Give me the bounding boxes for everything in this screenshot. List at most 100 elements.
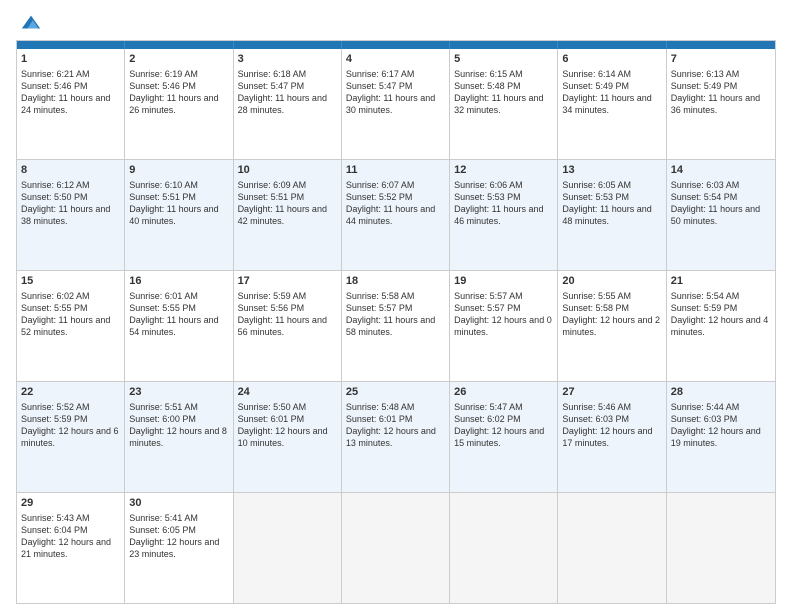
day-cell: 29 Sunrise: 5:43 AM Sunset: 6:04 PM Dayl… [17,493,125,603]
sunrise-text: Sunrise: 6:19 AM [129,69,198,79]
day-number: 13 [562,163,661,178]
sunset-text: Sunset: 5:57 PM [454,303,521,313]
day-cell: 20 Sunrise: 5:55 AM Sunset: 5:58 PM Dayl… [558,271,666,381]
sunrise-text: Sunrise: 5:51 AM [129,402,198,412]
day-cell: 10 Sunrise: 6:09 AM Sunset: 5:51 PM Dayl… [234,160,342,270]
day-cell [342,493,450,603]
sunset-text: Sunset: 5:48 PM [454,81,521,91]
day-number: 22 [21,385,120,400]
sunrise-text: Sunrise: 5:50 AM [238,402,307,412]
header-wednesday [342,41,450,49]
sunset-text: Sunset: 6:04 PM [21,525,88,535]
sunrise-text: Sunrise: 5:54 AM [671,291,740,301]
day-number: 5 [454,52,553,67]
daylight-text: Daylight: 12 hours and 4 minutes. [671,315,769,337]
day-number: 12 [454,163,553,178]
sunrise-text: Sunrise: 6:01 AM [129,291,198,301]
day-cell: 19 Sunrise: 5:57 AM Sunset: 5:57 PM Dayl… [450,271,558,381]
sunrise-text: Sunrise: 5:57 AM [454,291,523,301]
sunrise-text: Sunrise: 6:10 AM [129,180,198,190]
daylight-text: Daylight: 12 hours and 17 minutes. [562,426,652,448]
day-number: 6 [562,52,661,67]
sunrise-text: Sunrise: 6:17 AM [346,69,415,79]
day-number: 9 [129,163,228,178]
sunrise-text: Sunrise: 6:21 AM [21,69,90,79]
day-number: 3 [238,52,337,67]
header-tuesday [234,41,342,49]
day-cell: 28 Sunrise: 5:44 AM Sunset: 6:03 PM Dayl… [667,382,775,492]
sunset-text: Sunset: 6:05 PM [129,525,196,535]
day-cell [450,493,558,603]
day-cell: 25 Sunrise: 5:48 AM Sunset: 6:01 PM Dayl… [342,382,450,492]
sunrise-text: Sunrise: 6:15 AM [454,69,523,79]
sunset-text: Sunset: 5:49 PM [671,81,738,91]
day-cell: 4 Sunrise: 6:17 AM Sunset: 5:47 PM Dayli… [342,49,450,159]
header-saturday [667,41,775,49]
week-row-5: 29 Sunrise: 5:43 AM Sunset: 6:04 PM Dayl… [17,493,775,603]
daylight-text: Daylight: 11 hours and 42 minutes. [238,204,327,226]
daylight-text: Daylight: 11 hours and 32 minutes. [454,93,543,115]
daylight-text: Daylight: 11 hours and 54 minutes. [129,315,218,337]
daylight-text: Daylight: 11 hours and 40 minutes. [129,204,218,226]
header-sunday [17,41,125,49]
sunset-text: Sunset: 6:03 PM [562,414,629,424]
sunset-text: Sunset: 6:03 PM [671,414,738,424]
sunrise-text: Sunrise: 6:14 AM [562,69,631,79]
day-number: 20 [562,274,661,289]
calendar: 1 Sunrise: 6:21 AM Sunset: 5:46 PM Dayli… [16,40,776,604]
sunrise-text: Sunrise: 5:44 AM [671,402,740,412]
day-number: 16 [129,274,228,289]
sunset-text: Sunset: 5:46 PM [129,81,196,91]
daylight-text: Daylight: 11 hours and 58 minutes. [346,315,435,337]
sunset-text: Sunset: 5:47 PM [346,81,413,91]
sunset-text: Sunset: 5:59 PM [671,303,738,313]
day-number: 28 [671,385,771,400]
sunrise-text: Sunrise: 6:09 AM [238,180,307,190]
day-cell: 1 Sunrise: 6:21 AM Sunset: 5:46 PM Dayli… [17,49,125,159]
day-cell: 16 Sunrise: 6:01 AM Sunset: 5:55 PM Dayl… [125,271,233,381]
day-cell: 30 Sunrise: 5:41 AM Sunset: 6:05 PM Dayl… [125,493,233,603]
week-row-1: 1 Sunrise: 6:21 AM Sunset: 5:46 PM Dayli… [17,49,775,160]
day-cell: 22 Sunrise: 5:52 AM Sunset: 5:59 PM Dayl… [17,382,125,492]
sunrise-text: Sunrise: 6:18 AM [238,69,307,79]
sunset-text: Sunset: 5:53 PM [454,192,521,202]
daylight-text: Daylight: 11 hours and 44 minutes. [346,204,435,226]
day-number: 10 [238,163,337,178]
daylight-text: Daylight: 12 hours and 13 minutes. [346,426,436,448]
day-cell: 13 Sunrise: 6:05 AM Sunset: 5:53 PM Dayl… [558,160,666,270]
day-number: 11 [346,163,445,178]
day-number: 8 [21,163,120,178]
day-cell: 23 Sunrise: 5:51 AM Sunset: 6:00 PM Dayl… [125,382,233,492]
daylight-text: Daylight: 12 hours and 23 minutes. [129,537,219,559]
sunset-text: Sunset: 5:52 PM [346,192,413,202]
logo-icon [20,12,42,34]
sunset-text: Sunset: 5:50 PM [21,192,88,202]
sunrise-text: Sunrise: 5:59 AM [238,291,307,301]
sunrise-text: Sunrise: 5:55 AM [562,291,631,301]
day-number: 26 [454,385,553,400]
sunset-text: Sunset: 5:58 PM [562,303,629,313]
day-cell: 15 Sunrise: 6:02 AM Sunset: 5:55 PM Dayl… [17,271,125,381]
day-number: 23 [129,385,228,400]
day-cell: 14 Sunrise: 6:03 AM Sunset: 5:54 PM Dayl… [667,160,775,270]
day-cell [558,493,666,603]
day-number: 1 [21,52,120,67]
daylight-text: Daylight: 11 hours and 56 minutes. [238,315,327,337]
logo [16,12,42,34]
sunset-text: Sunset: 5:55 PM [21,303,88,313]
daylight-text: Daylight: 11 hours and 24 minutes. [21,93,110,115]
day-number: 19 [454,274,553,289]
day-cell: 27 Sunrise: 5:46 AM Sunset: 6:03 PM Dayl… [558,382,666,492]
sunrise-text: Sunrise: 6:02 AM [21,291,90,301]
daylight-text: Daylight: 11 hours and 48 minutes. [562,204,651,226]
day-cell: 18 Sunrise: 5:58 AM Sunset: 5:57 PM Dayl… [342,271,450,381]
day-cell [667,493,775,603]
header-monday [125,41,233,49]
day-number: 27 [562,385,661,400]
day-cell: 9 Sunrise: 6:10 AM Sunset: 5:51 PM Dayli… [125,160,233,270]
sunrise-text: Sunrise: 5:43 AM [21,513,90,523]
day-cell: 7 Sunrise: 6:13 AM Sunset: 5:49 PM Dayli… [667,49,775,159]
week-row-2: 8 Sunrise: 6:12 AM Sunset: 5:50 PM Dayli… [17,160,775,271]
daylight-text: Daylight: 11 hours and 28 minutes. [238,93,327,115]
day-number: 21 [671,274,771,289]
